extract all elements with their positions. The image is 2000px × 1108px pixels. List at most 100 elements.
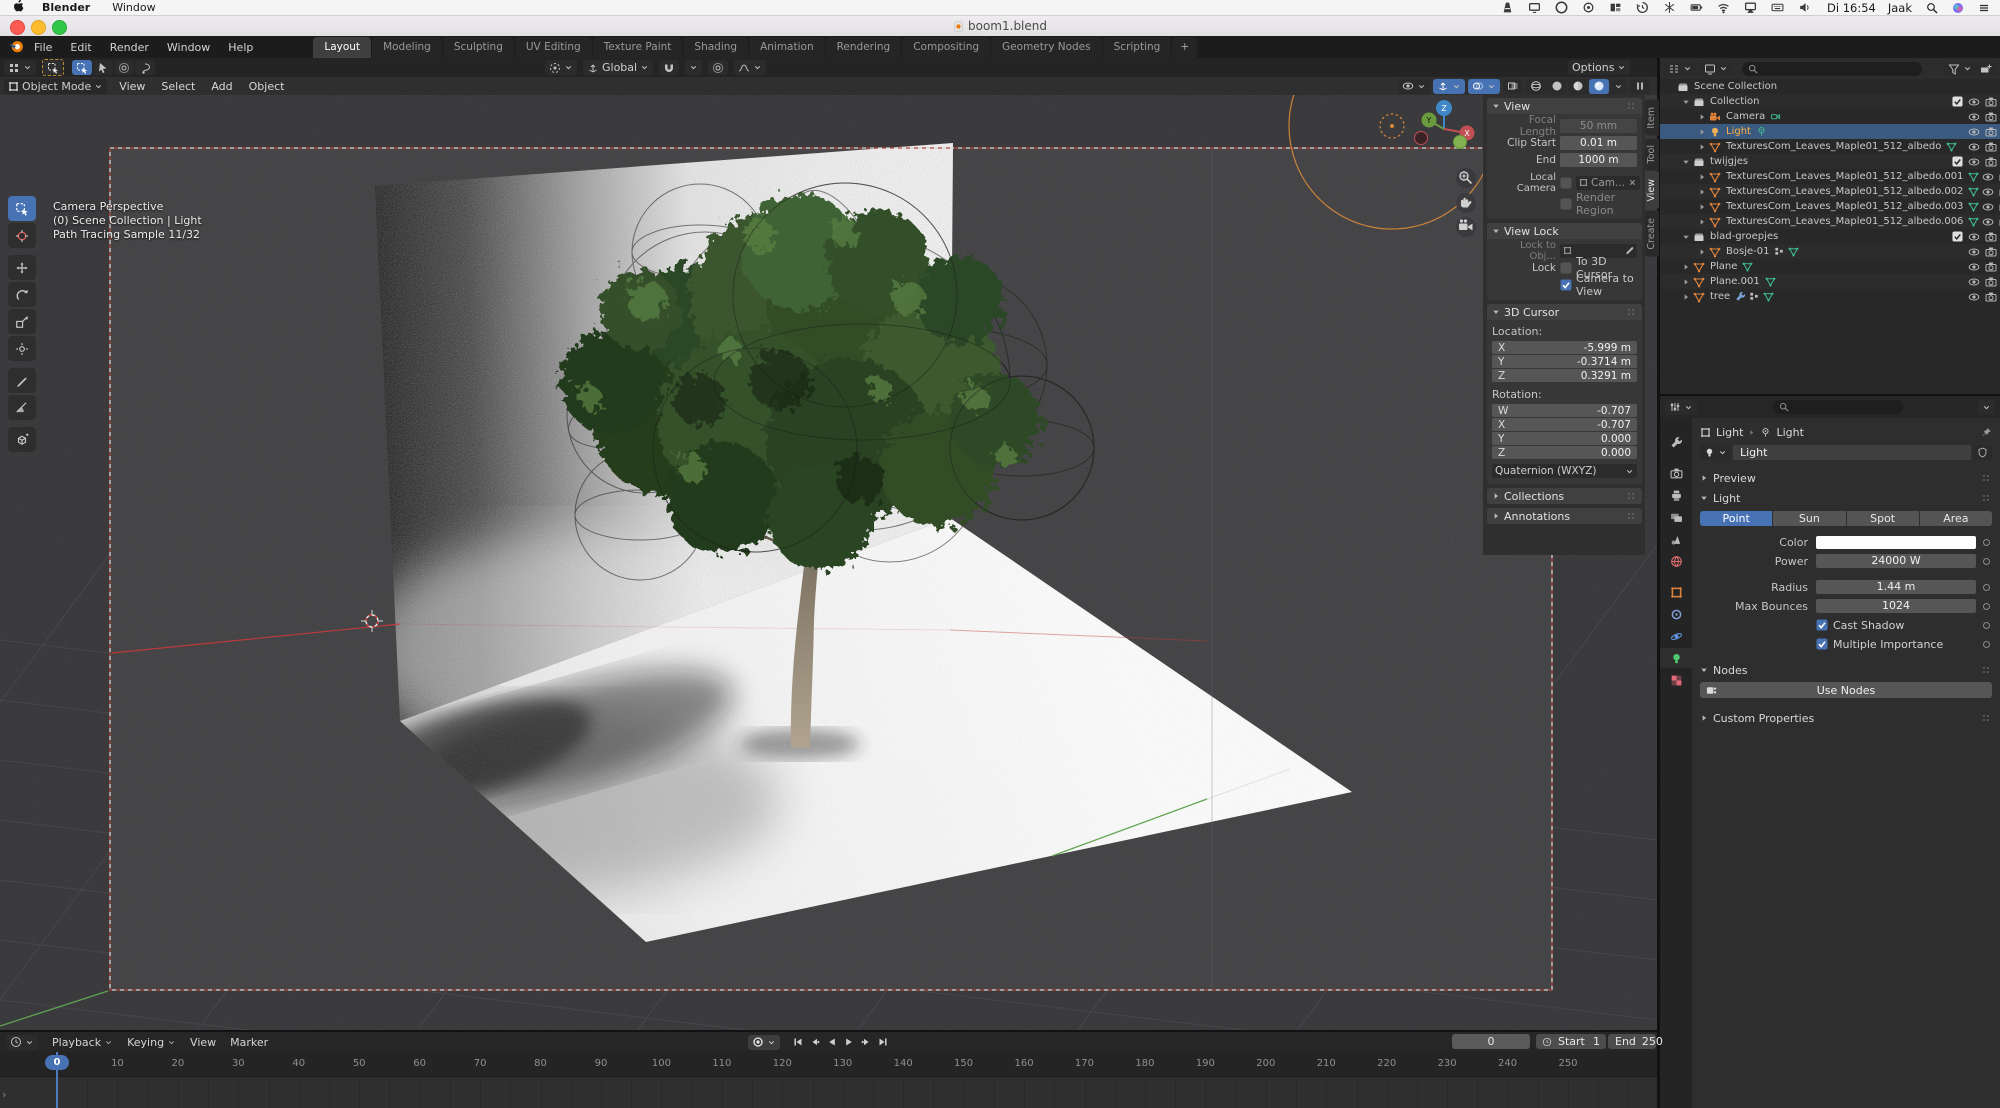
outliner-row-plane[interactable]: Plane bbox=[1660, 259, 2000, 274]
hide-viewport-toggle[interactable] bbox=[1982, 216, 1994, 228]
play-reverse-button[interactable] bbox=[824, 1035, 839, 1049]
viewport-menu-object[interactable]: Object bbox=[249, 80, 285, 93]
timeline-menu-view[interactable]: View bbox=[190, 1036, 216, 1049]
options-dropdown[interactable]: Options bbox=[1568, 60, 1630, 75]
select-mode-circle[interactable] bbox=[114, 60, 134, 75]
select-mode-tweak[interactable] bbox=[72, 60, 92, 75]
shading-wireframe-button[interactable] bbox=[1526, 79, 1546, 94]
workspace-tab-modeling[interactable]: Modeling bbox=[372, 37, 442, 58]
render-region-checkbox[interactable] bbox=[1560, 198, 1572, 210]
timeline-menu-marker[interactable]: Marker bbox=[230, 1036, 268, 1049]
disable-render-toggle[interactable] bbox=[1985, 291, 1997, 303]
airplay-menu-extra[interactable] bbox=[1744, 1, 1757, 14]
focal-length-field[interactable]: 50 mm bbox=[1560, 119, 1637, 133]
properties-tab-scene[interactable] bbox=[1660, 529, 1692, 549]
show-gizmo-toggle[interactable] bbox=[1433, 79, 1465, 94]
camera-view-button[interactable] bbox=[1456, 217, 1476, 237]
sidebar-tab-item[interactable]: Item bbox=[1645, 100, 1659, 136]
active-tool-button[interactable] bbox=[42, 59, 64, 76]
cursor-location-z-field[interactable]: Z0.3291 m bbox=[1492, 369, 1637, 382]
mode-dropdown[interactable]: Object Mode bbox=[4, 79, 107, 94]
breadcrumb-data[interactable]: Light bbox=[1776, 426, 1803, 439]
vlc-menu-extra[interactable] bbox=[1501, 1, 1514, 14]
outliner-row-camera[interactable]: Camera bbox=[1660, 109, 2000, 124]
outliner-row-bosje-01[interactable]: Bosje-01 bbox=[1660, 244, 2000, 259]
properties-tab-object[interactable] bbox=[1660, 582, 1692, 602]
cursor-location-y-field[interactable]: Y-0.3714 m bbox=[1492, 355, 1637, 368]
disable-render-toggle[interactable] bbox=[1985, 261, 1997, 273]
record-menu-extra[interactable] bbox=[1582, 1, 1595, 14]
collection-enable-checkbox[interactable] bbox=[1952, 156, 1963, 168]
snap-toggle[interactable] bbox=[659, 60, 679, 75]
viewport-menu-view[interactable]: View bbox=[119, 80, 145, 93]
outliner-row-light[interactable]: Light bbox=[1660, 124, 2000, 139]
outliner-row-texturescom-leaves-maple01-512-albedo-003[interactable]: TexturesCom_Leaves_Maple01_512_albedo.00… bbox=[1660, 199, 2000, 214]
light-color-swatch[interactable] bbox=[1816, 536, 1976, 549]
radius-field[interactable]: 1.44 m bbox=[1816, 580, 1976, 594]
pan-button[interactable] bbox=[1456, 193, 1476, 213]
toggle-xray-button[interactable] bbox=[1503, 79, 1523, 94]
properties-tab-data[interactable] bbox=[1660, 648, 1692, 668]
cursor-location-x-field[interactable]: X-5.999 m bbox=[1492, 341, 1637, 354]
panel-3d-cursor-header[interactable]: 3D Cursor bbox=[1487, 304, 1642, 320]
hide-viewport-toggle[interactable] bbox=[1982, 171, 1994, 183]
preview-panel-header[interactable]: Preview bbox=[1700, 470, 1992, 486]
properties-editor-type-selector[interactable] bbox=[1665, 400, 1697, 415]
proportional-editing-toggle[interactable] bbox=[708, 60, 728, 75]
properties-tab-texture[interactable] bbox=[1660, 670, 1692, 690]
clear-local-camera-button[interactable] bbox=[1628, 178, 1637, 187]
keyboard-menu-extra[interactable] bbox=[1771, 1, 1784, 14]
transform-orientation-dropdown[interactable]: Global bbox=[583, 60, 653, 75]
workspace-tab-geometry-nodes[interactable]: Geometry Nodes bbox=[991, 37, 1102, 58]
tool-cursor-button[interactable] bbox=[8, 223, 36, 248]
current-frame-badge[interactable]: 0 bbox=[45, 1055, 69, 1070]
workspace-tab-rendering[interactable]: Rendering bbox=[826, 37, 902, 58]
properties-tab-view-layer[interactable] bbox=[1660, 507, 1692, 527]
disable-render-toggle[interactable] bbox=[1985, 126, 1997, 138]
outliner-row-scene-collection[interactable]: Scene Collection bbox=[1660, 79, 2000, 94]
sidebar-tab-tool[interactable]: Tool bbox=[1645, 138, 1659, 170]
outliner-row-texturescom-leaves-maple01-512-albedo-006[interactable]: TexturesCom_Leaves_Maple01_512_albedo.00… bbox=[1660, 214, 2000, 229]
timeline-editor-type-selector[interactable] bbox=[6, 1035, 38, 1050]
add-workspace-button[interactable]: + bbox=[1172, 37, 1197, 58]
rotation-mode-dropdown[interactable]: Quaternion (WXYZ) bbox=[1492, 464, 1637, 478]
cursor-rotation-w-field[interactable]: W-0.707 bbox=[1492, 404, 1637, 417]
play-button[interactable] bbox=[841, 1035, 856, 1049]
outliner-row-tree[interactable]: tree bbox=[1660, 289, 2000, 304]
outliner-search-input[interactable] bbox=[1742, 62, 1922, 76]
macos-menu-blender[interactable]: Blender bbox=[42, 1, 90, 14]
pause-render-button[interactable] bbox=[1630, 79, 1650, 94]
new-collection-button[interactable] bbox=[1976, 61, 1996, 76]
select-mode-box[interactable] bbox=[93, 60, 113, 75]
next-keyframe-button[interactable] bbox=[858, 1035, 873, 1049]
outliner-row-texturescom-leaves-maple01-512-albedo[interactable]: TexturesCom_Leaves_Maple01_512_albedo bbox=[1660, 139, 2000, 154]
outliner-row-blad-groepjes[interactable]: blad-groepjes bbox=[1660, 229, 2000, 244]
outliner-row-collection[interactable]: Collection bbox=[1660, 94, 2000, 109]
animate-power-dot[interactable] bbox=[1983, 558, 1990, 565]
lock-to-3d-cursor-checkbox[interactable] bbox=[1560, 262, 1572, 274]
light-type-spot[interactable]: Spot bbox=[1847, 511, 1919, 526]
time-machine-menu-extra[interactable] bbox=[1636, 1, 1649, 14]
panel-annotations-header[interactable]: Annotations bbox=[1487, 508, 1642, 524]
multiple-importance-checkbox[interactable] bbox=[1816, 638, 1828, 650]
outliner-row-texturescom-leaves-maple01-512-albedo-001[interactable]: TexturesCom_Leaves_Maple01_512_albedo.00… bbox=[1660, 169, 2000, 184]
tool-select-box-button[interactable] bbox=[8, 196, 36, 221]
disable-render-toggle[interactable] bbox=[1985, 246, 1997, 258]
properties-tab-output[interactable] bbox=[1660, 485, 1692, 505]
tool-move-button[interactable] bbox=[8, 255, 36, 280]
tool-rotate-button[interactable] bbox=[8, 282, 36, 307]
display-mirror-menu-extra[interactable] bbox=[1528, 1, 1541, 14]
workspace-tab-sculpting[interactable]: Sculpting bbox=[443, 37, 514, 58]
viewport-menu-select[interactable]: Select bbox=[161, 80, 195, 93]
workspace-tab-shading[interactable]: Shading bbox=[683, 37, 748, 58]
light-panel-header[interactable]: Light bbox=[1700, 490, 1992, 506]
siri-button[interactable] bbox=[1952, 2, 1964, 14]
disable-render-toggle[interactable] bbox=[1985, 96, 1997, 108]
cast-shadow-checkbox[interactable] bbox=[1816, 619, 1828, 631]
current-frame-field[interactable]: 0 bbox=[1452, 1034, 1530, 1049]
animate-bounces-dot[interactable] bbox=[1983, 603, 1990, 610]
camera-to-view-checkbox[interactable] bbox=[1560, 279, 1572, 291]
shading-material-button[interactable] bbox=[1568, 79, 1588, 94]
macos-clock[interactable]: Di 16:54 bbox=[1827, 1, 1876, 15]
use-nodes-button[interactable]: Use Nodes bbox=[1700, 682, 1992, 698]
